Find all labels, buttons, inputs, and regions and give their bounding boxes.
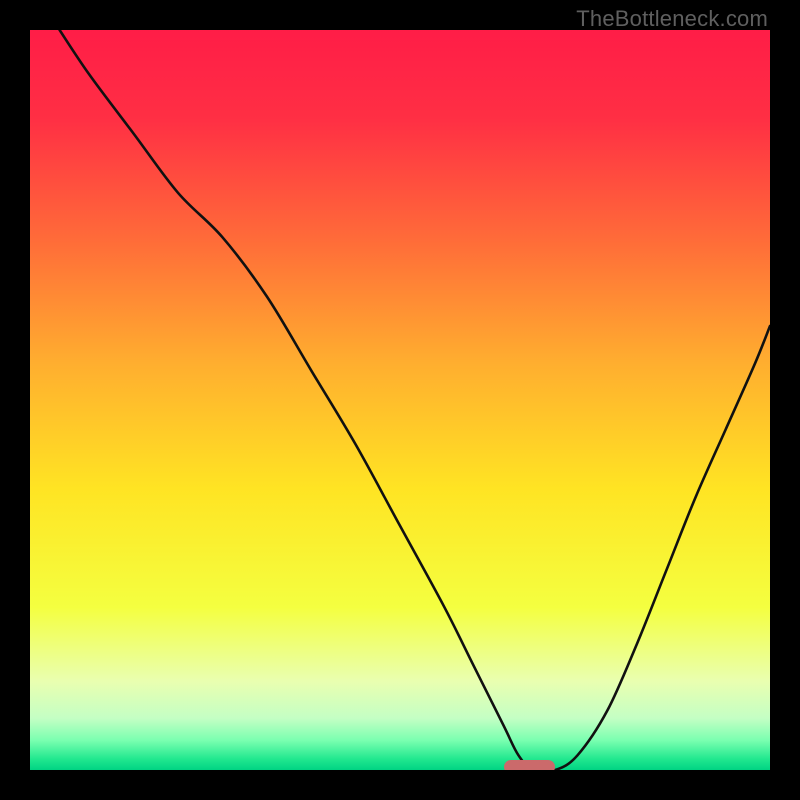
plot-area	[30, 30, 770, 770]
optimal-marker	[504, 760, 556, 770]
gradient-background	[30, 30, 770, 770]
chart-frame: TheBottleneck.com	[0, 0, 800, 800]
watermark-label: TheBottleneck.com	[576, 6, 768, 32]
